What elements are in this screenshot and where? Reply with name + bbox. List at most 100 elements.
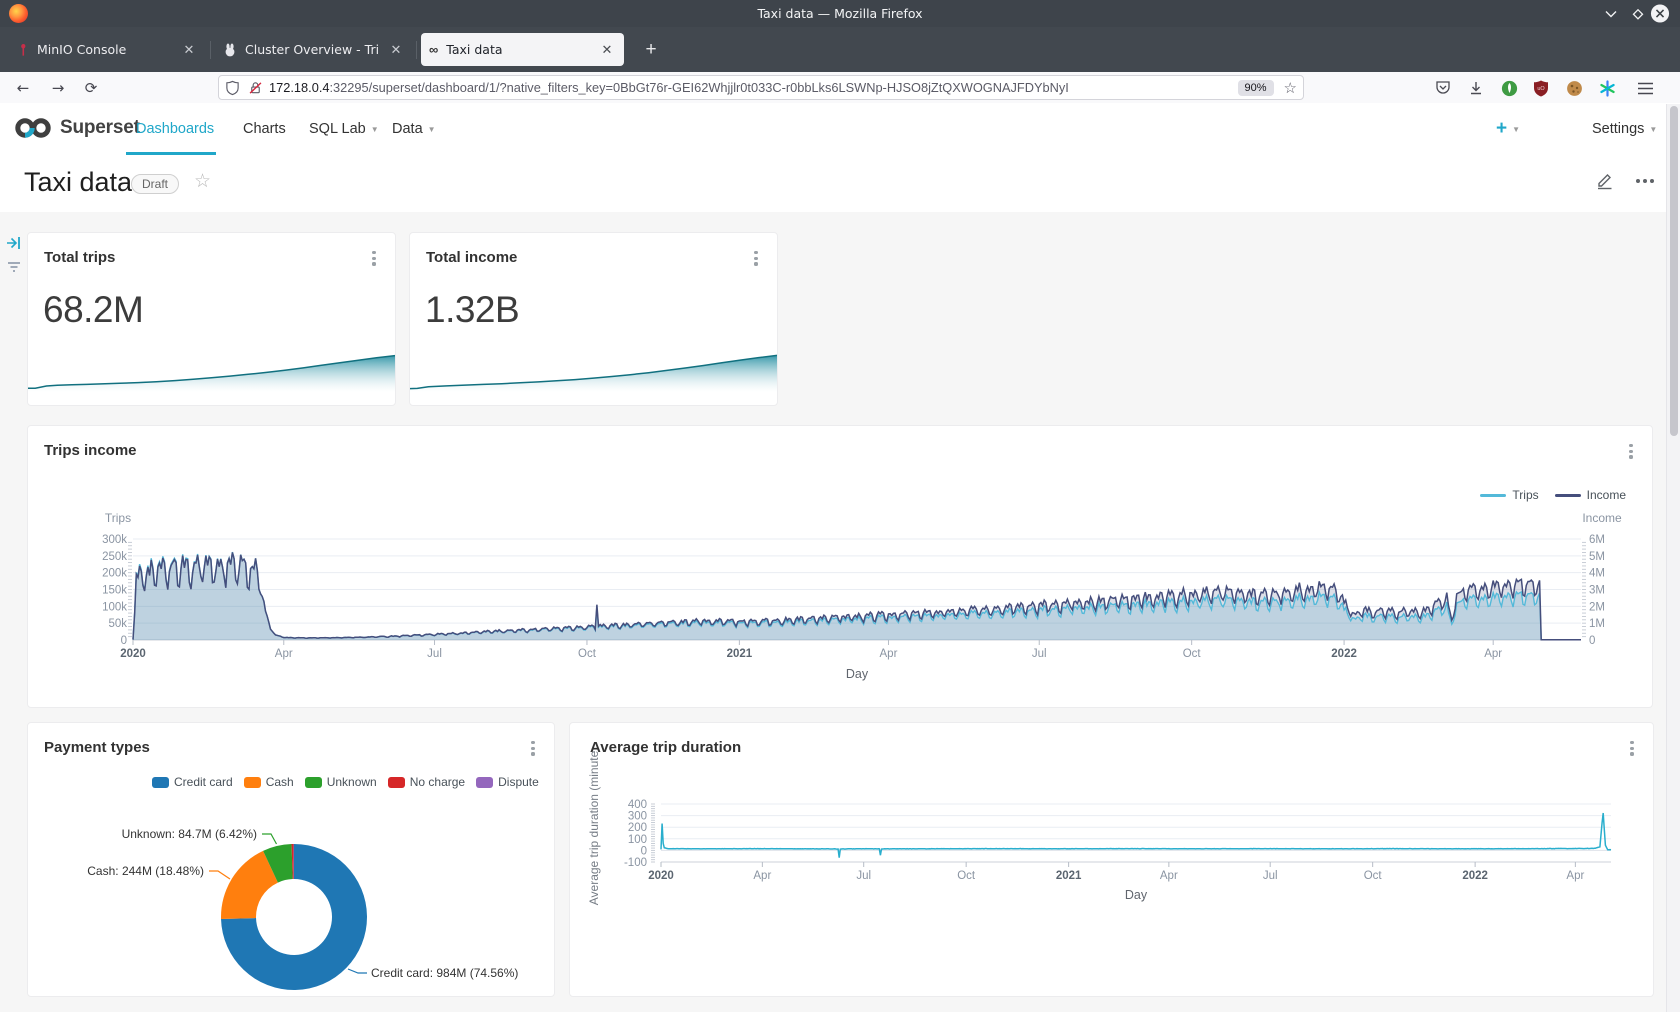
- callout-line: [348, 969, 367, 973]
- status-badge: Draft: [131, 174, 179, 194]
- new-tab-button[interactable]: +: [638, 37, 664, 63]
- maximize-icon[interactable]: [1628, 4, 1648, 24]
- bookmark-star-icon[interactable]: ☆: [1284, 79, 1297, 97]
- lock-slash-icon[interactable]: [248, 80, 263, 96]
- axis-tick-label: Oct: [1183, 648, 1202, 660]
- dashboard-body: Total trips 68.2M Total income 1.32B Tri…: [0, 212, 1680, 1012]
- axis-tick-label: 0: [1589, 635, 1595, 647]
- scrollbar-thumb[interactable]: [1670, 106, 1678, 436]
- nav-item-dashboards[interactable]: Dashboards: [136, 103, 214, 155]
- svg-text:uO: uO: [1537, 86, 1545, 92]
- trino-logo-icon: [223, 43, 237, 57]
- axis-tick-label: 200k: [102, 568, 127, 580]
- axis-tick-label: 2020: [120, 648, 146, 660]
- superset-logo-icon: [14, 116, 52, 140]
- pocket-icon[interactable]: [1432, 77, 1454, 99]
- chart-menu-kebab-icon[interactable]: [367, 251, 381, 269]
- more-actions-icon[interactable]: [1636, 179, 1654, 183]
- nav-item-charts[interactable]: Charts: [243, 103, 286, 155]
- duration-line: [661, 813, 1611, 858]
- tab-close-icon[interactable]: ✕: [387, 41, 405, 59]
- axis-tick-label: Trips: [105, 511, 131, 525]
- download-icon[interactable]: [1465, 77, 1487, 99]
- dashboard-title[interactable]: Taxi data: [24, 167, 132, 198]
- axis-tick-label: Apr: [1566, 870, 1584, 882]
- sparkline-area: [410, 355, 777, 392]
- settings-menu[interactable]: Settings▼: [1592, 103, 1657, 155]
- window-title: Taxi data — Mozilla Firefox: [0, 6, 1680, 21]
- tab-label: Taxi data: [446, 42, 590, 57]
- card-trips-income: Trips income TripsIncome 0050k1M100k2M15…: [27, 425, 1653, 708]
- axis-tick-label: Apr: [275, 648, 293, 660]
- shield-icon[interactable]: [225, 80, 240, 96]
- url-text[interactable]: 172.18.0.4:32295/superset/dashboard/1/?n…: [269, 80, 1238, 95]
- superset-navbar: Superset Dashboards Charts SQL Lab▼ Data…: [0, 103, 1680, 156]
- add-new-button[interactable]: +▼: [1496, 118, 1520, 140]
- sparkline-chart: [410, 350, 777, 392]
- tab-taxi-data[interactable]: ∞ Taxi data ✕: [421, 33, 624, 66]
- ublock-icon[interactable]: uO: [1530, 77, 1552, 99]
- multiaccount-containers-icon[interactable]: [1596, 77, 1618, 99]
- edit-pencil-icon[interactable]: [1595, 171, 1614, 190]
- close-icon[interactable]: [1650, 3, 1670, 23]
- card-payment-types: Payment types Credit cardCashUnknownNo c…: [27, 722, 555, 997]
- income-area: [133, 553, 1581, 641]
- privacy-badger-icon[interactable]: [1498, 77, 1520, 99]
- axis-tick-label: Apr: [1484, 648, 1502, 660]
- axis-tick-label: 300k: [102, 534, 127, 546]
- reload-icon[interactable]: ⟳: [78, 75, 104, 101]
- axis-tick-label: 150k: [102, 585, 127, 597]
- chevron-down-icon: ▼: [428, 125, 436, 134]
- tab-close-icon[interactable]: ✕: [598, 41, 616, 59]
- expand-filters-icon[interactable]: [5, 234, 23, 252]
- favorite-star-icon[interactable]: ☆: [194, 170, 211, 193]
- axis-tick-label: Jul: [427, 648, 442, 660]
- tab-minio-console[interactable]: MinIO Console ✕: [8, 33, 206, 66]
- axis-tick-label: 400: [628, 799, 647, 811]
- axis-tick-label: 5M: [1589, 551, 1605, 563]
- axis-tick-label: 100: [628, 834, 647, 846]
- nav-item-sql-lab[interactable]: SQL Lab▼: [309, 103, 379, 155]
- tab-trino[interactable]: Cluster Overview - Trino ✕: [215, 33, 413, 66]
- axis-tick-label: 2021: [727, 648, 753, 660]
- axis-tick-label: Oct: [578, 648, 597, 660]
- payment-types-donut-chart[interactable]: [28, 723, 554, 996]
- axis-tick-label: Apr: [880, 648, 898, 660]
- forward-icon[interactable]: →: [45, 75, 71, 101]
- axis-tick-label: Apr: [1160, 870, 1178, 882]
- url-bar[interactable]: 172.18.0.4:32295/superset/dashboard/1/?n…: [218, 75, 1304, 100]
- back-icon[interactable]: ←: [10, 75, 36, 101]
- sparkline-svg: [410, 350, 777, 392]
- chevron-down-icon: ▼: [1649, 125, 1657, 134]
- axis-tick-label: 2M: [1589, 601, 1605, 613]
- nav-item-data[interactable]: Data▼: [392, 103, 436, 155]
- browser-toolbar: ← → ⟳ 172.18.0.4:32295/superset/dashboar…: [0, 72, 1680, 104]
- donut-callout-unknown: Unknown: 84.7M (6.42%): [122, 827, 257, 841]
- sparkline-svg: [28, 350, 395, 392]
- axis-tick-label: 200: [628, 822, 647, 834]
- callout-line: [209, 871, 230, 879]
- avg-trip-duration-chart[interactable]: 4003002001000-1002020AprJulOct2021AprJul…: [570, 723, 1653, 996]
- trips-income-chart[interactable]: 0050k1M100k2M150k3M200k4M250k5M300k6M202…: [28, 426, 1652, 707]
- plus-icon: +: [1496, 118, 1507, 140]
- axis-tick-label: 3M: [1589, 585, 1605, 597]
- scrollbar[interactable]: [1666, 104, 1680, 1012]
- sparkline-area: [28, 356, 395, 392]
- tab-close-icon[interactable]: ✕: [180, 41, 198, 59]
- card-total-trips: Total trips 68.2M: [27, 232, 396, 406]
- cookie-icon[interactable]: [1563, 77, 1585, 99]
- nav-item-label: SQL Lab: [309, 121, 366, 137]
- filter-list-icon[interactable]: [5, 258, 23, 276]
- zoom-level-badge[interactable]: 90%: [1238, 80, 1274, 96]
- nav-item-label: Charts: [243, 121, 286, 137]
- superset-brand[interactable]: Superset: [14, 116, 140, 140]
- axis-tick-label: Day: [1125, 888, 1148, 902]
- axis-tick-label: Day: [846, 667, 869, 681]
- url-path: :32295/superset/dashboard/1/?native_filt…: [330, 80, 1069, 95]
- hamburger-menu-icon[interactable]: [1634, 77, 1656, 99]
- nav-item-label: Dashboards: [136, 121, 214, 137]
- chart-menu-kebab-icon[interactable]: [749, 251, 763, 269]
- dashboard-header: Taxi data Draft ☆: [0, 155, 1680, 213]
- axis-tick-label: Oct: [1364, 870, 1383, 882]
- minimize-icon[interactable]: [1601, 4, 1621, 24]
